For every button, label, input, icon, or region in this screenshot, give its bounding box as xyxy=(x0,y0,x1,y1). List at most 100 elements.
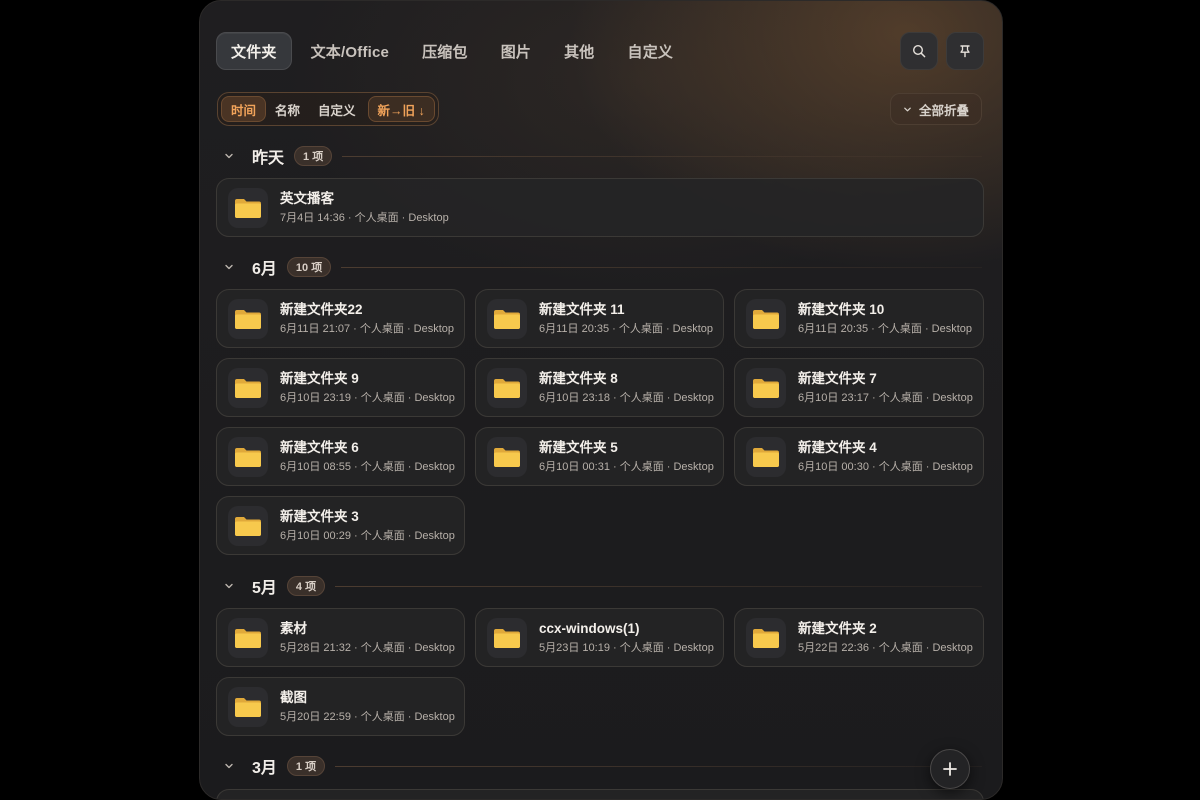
tab-folders[interactable]: 文件夹 xyxy=(216,32,292,70)
folder-card[interactable]: 新建文件夹 7 6月10日 23:17 · 个人桌面 · Desktop xyxy=(734,358,984,417)
folder-icon xyxy=(487,436,527,477)
folder-card[interactable]: 新建文件夹22 6月11日 21:07 · 个人桌面 · Desktop xyxy=(216,289,465,348)
folder-name: ccx-windows(1) xyxy=(539,620,640,636)
section-divider xyxy=(341,266,982,268)
folder-icon xyxy=(228,298,268,339)
folder-meta: 5月20日 22:59 · 个人桌面 · Desktop xyxy=(280,710,455,723)
folder-icon xyxy=(746,436,786,477)
folder-icon xyxy=(228,367,268,408)
folder-card[interactable]: 截图 5月20日 22:59 · 个人桌面 · Desktop xyxy=(216,677,465,736)
folder-meta: 6月10日 23:19 · 个人桌面 · Desktop xyxy=(280,391,455,404)
folder-name: 截图 xyxy=(280,689,307,705)
folder-name: 新建文件夹 6 xyxy=(280,439,359,455)
folder-meta: 5月28日 21:32 · 个人桌面 · Desktop xyxy=(280,641,455,654)
folder-icon xyxy=(487,617,527,658)
folder-card[interactable]: 新建文件夹 10 6月11日 20:35 · 个人桌面 · Desktop xyxy=(734,289,984,348)
folder-name: 新建文件夹 7 xyxy=(798,370,877,386)
folder-card[interactable]: 新建文件夹 3 6月10日 00:29 · 个人桌面 · Desktop xyxy=(216,496,465,555)
section-title: 3月 xyxy=(252,760,277,777)
folder-meta: 5月22日 22:36 · 个人桌面 · Desktop xyxy=(798,641,973,654)
folder-name: 新建文件夹22 xyxy=(280,301,363,317)
folder-meta: 6月10日 00:30 · 个人桌面 · Desktop xyxy=(798,460,973,473)
tab-text-office[interactable]: 文本/Office xyxy=(297,32,403,70)
section-divider xyxy=(335,585,982,587)
tab-images[interactable]: 图片 xyxy=(487,32,545,70)
folder-card[interactable]: 新建文件夹 8 6月10日 23:18 · 个人桌面 · Desktop xyxy=(475,358,724,417)
plus-icon xyxy=(943,762,957,776)
section-divider xyxy=(335,765,982,767)
folder-name: 新建文件夹 2 xyxy=(798,620,877,636)
folder-card[interactable]: 英文播客 7月4日 14:36 · 个人桌面 · Desktop xyxy=(216,178,984,237)
folder-meta: 6月10日 00:29 · 个人桌面 · Desktop xyxy=(280,529,455,542)
folder-meta: 7月4日 14:36 · 个人桌面 · Desktop xyxy=(280,211,449,224)
file-browser-panel: 文件夹 文本/Office 压缩包 图片 其他 自定义 时间 名称 自定义 新→… xyxy=(199,0,1003,800)
search-icon xyxy=(912,44,926,58)
folder-icon xyxy=(228,187,268,228)
folder-meta: 6月11日 20:35 · 个人桌面 · Desktop xyxy=(539,322,714,335)
tab-custom[interactable]: 自定义 xyxy=(614,32,688,70)
folder-name: 新建文件夹 10 xyxy=(798,301,885,317)
chevron-down-icon[interactable] xyxy=(224,761,238,771)
chevron-down-icon xyxy=(904,107,911,111)
sort-by-name[interactable]: 名称 xyxy=(266,96,309,122)
folder-icon xyxy=(746,298,786,339)
section-divider xyxy=(342,155,982,157)
folder-icon xyxy=(746,617,786,658)
collapse-all-button[interactable]: 全部折叠 xyxy=(889,93,982,125)
folder-name: 新建文件夹 11 xyxy=(539,301,625,317)
collapse-all-label: 全部折叠 xyxy=(918,103,969,118)
section-header-march[interactable]: 3月 1 项 xyxy=(224,754,982,778)
tab-archives[interactable]: 压缩包 xyxy=(408,32,482,70)
folder-name: 新建文件夹 3 xyxy=(280,508,359,524)
folder-card[interactable]: 素材 5月28日 21:32 · 个人桌面 · Desktop xyxy=(216,608,465,667)
folder-icon xyxy=(487,298,527,339)
category-tabs: 文件夹 文本/Office 压缩包 图片 其他 自定义 xyxy=(216,32,692,70)
folder-icon xyxy=(228,617,268,658)
folder-card[interactable]: 新建文件夹 9 6月10日 23:19 · 个人桌面 · Desktop xyxy=(216,358,465,417)
folder-card[interactable] xyxy=(216,789,984,799)
section-count-badge: 10 项 xyxy=(286,257,332,277)
folder-card[interactable]: 新建文件夹 6 6月10日 08:55 · 个人桌面 · Desktop xyxy=(216,427,465,486)
folder-icon xyxy=(228,436,268,477)
folder-meta: 6月10日 00:31 · 个人桌面 · Desktop xyxy=(539,460,714,473)
folder-name: 新建文件夹 5 xyxy=(539,439,618,455)
folder-name: 新建文件夹 4 xyxy=(798,439,877,455)
folder-meta: 6月11日 21:07 · 个人桌面 · Desktop xyxy=(280,322,455,335)
sort-by-time[interactable]: 时间 xyxy=(221,96,267,122)
chevron-down-icon[interactable] xyxy=(224,262,238,272)
section-title: 5月 xyxy=(252,580,277,597)
folder-meta: 6月11日 20:35 · 个人桌面 · Desktop xyxy=(798,322,973,335)
sort-by-custom[interactable]: 自定义 xyxy=(309,96,365,122)
section-count-badge: 1 项 xyxy=(286,756,326,776)
chevron-down-icon[interactable] xyxy=(224,581,238,591)
folder-card[interactable]: 新建文件夹 4 6月10日 00:30 · 个人桌面 · Desktop xyxy=(734,427,984,486)
folder-card[interactable]: 新建文件夹 2 5月22日 22:36 · 个人桌面 · Desktop xyxy=(734,608,984,667)
section-header-june[interactable]: 6月 10 项 xyxy=(224,255,982,279)
folder-name: 素材 xyxy=(280,620,307,636)
folder-meta: 6月10日 23:18 · 个人桌面 · Desktop xyxy=(539,391,714,404)
folder-meta: 6月10日 08:55 · 个人桌面 · Desktop xyxy=(280,460,455,473)
section-header-may[interactable]: 5月 4 项 xyxy=(224,574,982,598)
section-header-yesterday[interactable]: 昨天 1 项 xyxy=(224,144,982,168)
folder-card[interactable]: ccx-windows(1) 5月23日 10:19 · 个人桌面 · Deskt… xyxy=(475,608,724,667)
folder-card[interactable]: 新建文件夹 11 6月11日 20:35 · 个人桌面 · Desktop xyxy=(475,289,724,348)
sort-direction-toggle[interactable]: 新→旧 ↓ xyxy=(367,96,435,122)
section-count-badge: 4 项 xyxy=(286,576,326,596)
pin-icon xyxy=(960,45,970,58)
search-button[interactable] xyxy=(900,32,938,70)
folder-card[interactable]: 新建文件夹 5 6月10日 00:31 · 个人桌面 · Desktop xyxy=(475,427,724,486)
folder-icon xyxy=(228,686,268,727)
chevron-down-icon[interactable] xyxy=(224,151,238,161)
pin-button[interactable] xyxy=(946,32,984,70)
tab-others[interactable]: 其他 xyxy=(550,32,608,70)
section-title: 昨天 xyxy=(252,150,285,167)
folder-icon xyxy=(487,367,527,408)
folder-icon xyxy=(746,367,786,408)
folder-meta: 5月23日 10:19 · 个人桌面 · Desktop xyxy=(539,641,714,654)
folder-name: 新建文件夹 9 xyxy=(280,370,359,386)
sort-options: 时间 名称 自定义 新→旧 ↓ xyxy=(217,92,439,126)
add-button[interactable] xyxy=(930,749,970,789)
folder-name: 新建文件夹 8 xyxy=(539,370,618,386)
folder-name: 英文播客 xyxy=(280,190,334,206)
section-title: 6月 xyxy=(252,261,277,278)
